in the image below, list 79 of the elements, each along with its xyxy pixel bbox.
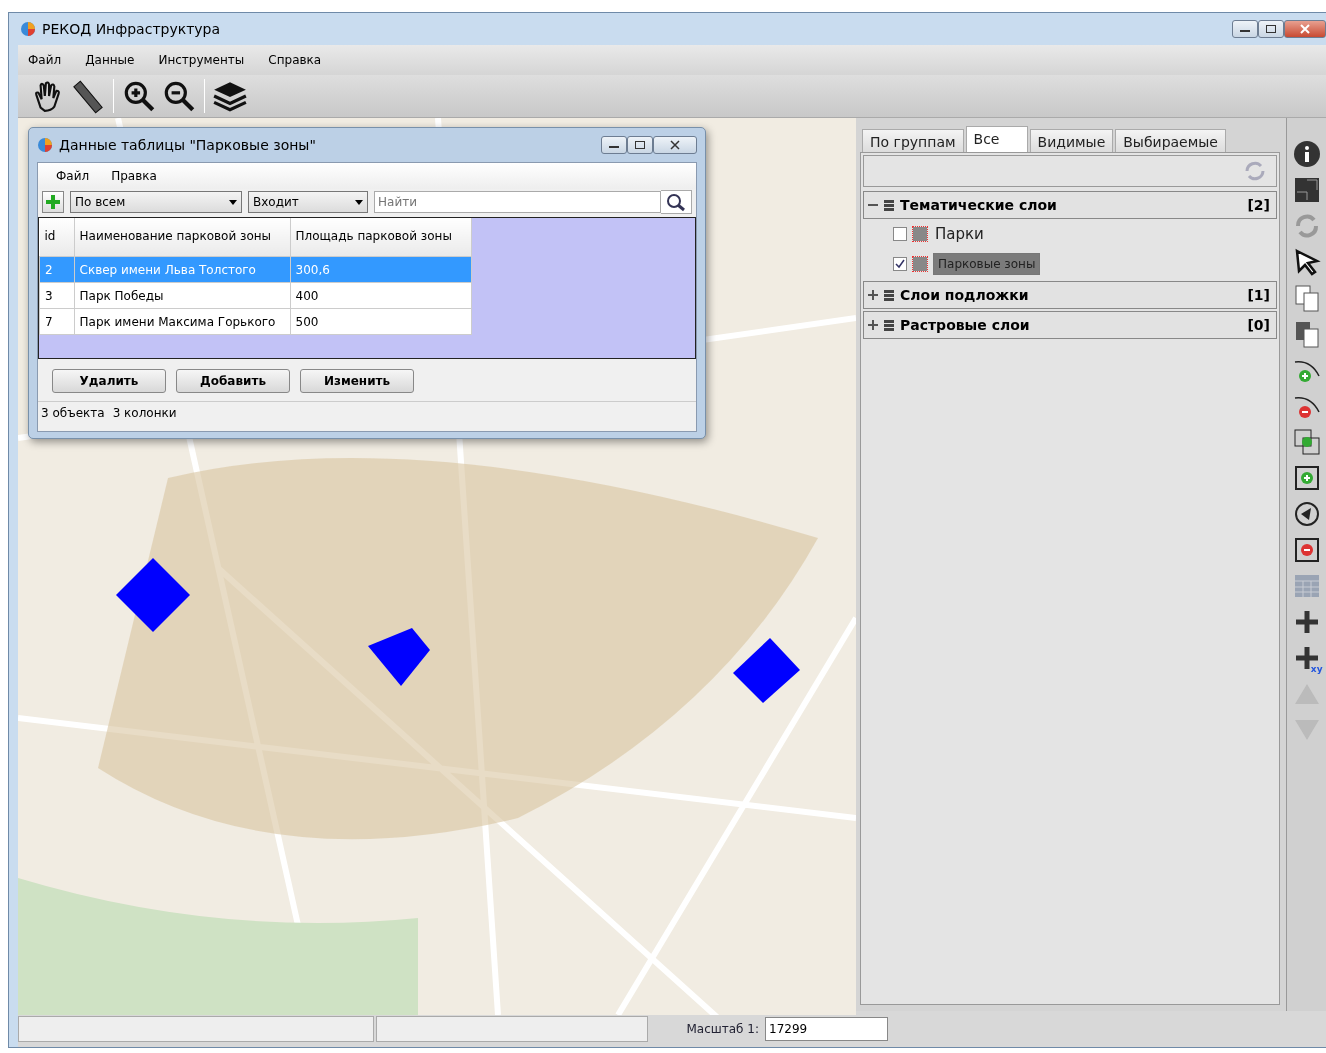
app-logo-icon (20, 21, 36, 37)
layer-name[interactable]: Парки (933, 222, 986, 246)
remove-area-icon[interactable] (1292, 536, 1321, 564)
info-icon[interactable] (1292, 140, 1321, 168)
operator-dropdown[interactable]: Входит (248, 191, 368, 213)
action-button[interactable]: Удалить (52, 369, 166, 393)
group-count: [1] (1247, 287, 1270, 303)
maximize-icon (635, 141, 645, 149)
menu-item[interactable]: Справка (268, 53, 322, 67)
table-row[interactable]: 7 Парк имени Максима Горького 500 (39, 308, 471, 335)
layer-tab[interactable]: По группам (862, 129, 964, 152)
action-button[interactable]: Добавить (176, 369, 290, 393)
minimize-button[interactable] (601, 136, 627, 154)
layer-tab[interactable]: Выбираемые (1115, 129, 1226, 152)
group-label: Растровые слои (900, 317, 1030, 333)
menu-item[interactable]: Данные (85, 53, 135, 67)
layer-checkbox[interactable] (893, 257, 907, 271)
database-icon (882, 319, 896, 331)
column-header[interactable]: id (39, 218, 74, 257)
layer-style-swatch (913, 257, 927, 271)
xy-label: xy (1310, 664, 1323, 674)
table-cell: 7 (39, 308, 74, 335)
database-icon (882, 289, 896, 301)
close-button[interactable] (653, 136, 697, 154)
table-cell: Сквер имени Льва Толстого (74, 256, 290, 283)
close-button[interactable] (1284, 20, 1326, 38)
close-icon (1300, 24, 1310, 34)
caret-icon (229, 199, 237, 205)
table-row[interactable]: 3 Парк Победы 400 (39, 282, 471, 309)
expand-icon[interactable] (868, 320, 878, 330)
layer-group-header[interactable]: Слои подложки [1] (863, 281, 1277, 309)
close-icon (670, 140, 680, 150)
column-header[interactable]: Площадь парковой зоны (290, 218, 471, 257)
add-part-icon[interactable] (1292, 428, 1321, 456)
menu-item[interactable]: Правка (111, 169, 157, 183)
search-field[interactable]: Найти (374, 191, 661, 213)
scale-label: Масштаб 1: (686, 1022, 760, 1036)
status-text: 3 объекта (41, 406, 105, 420)
group-count: [0] (1247, 317, 1270, 333)
maximize-button[interactable] (1258, 20, 1284, 38)
table-cell: 3 (39, 282, 74, 309)
column-header[interactable]: Наименование парковой зоны (74, 218, 290, 257)
layer-tab[interactable]: Видимые (1029, 129, 1114, 152)
add-area-icon[interactable] (1292, 464, 1321, 492)
table-cell: 2 (39, 256, 74, 283)
menu-item[interactable]: Файл (56, 169, 90, 183)
layer-checkbox[interactable] (893, 227, 907, 241)
table-cell: 300,6 (290, 256, 471, 283)
rotate-icon[interactable] (1292, 500, 1321, 528)
menu-item[interactable]: Инструменты (158, 53, 245, 67)
minimize-button[interactable] (1232, 20, 1258, 38)
copy-icon[interactable] (1292, 284, 1321, 312)
layer-style-swatch (913, 227, 927, 241)
field-dropdown[interactable]: По всем (70, 191, 242, 213)
table-cell: 500 (290, 308, 471, 335)
dialog-title: Данные таблицы "Парковые зоны" (59, 137, 316, 153)
scale-field[interactable]: 17299 (765, 1017, 888, 1041)
action-button[interactable]: Изменить (300, 369, 414, 393)
expand-icon[interactable] (868, 290, 878, 300)
maximize-button[interactable] (627, 136, 653, 154)
dialog-logo-icon (37, 137, 53, 153)
add-button[interactable] (42, 191, 64, 213)
group-label: Слои подложки (900, 287, 1029, 303)
group-label: Тематические слои (900, 197, 1057, 213)
window-title: РЕКОД Инфраструктура (42, 21, 221, 37)
layer-group-header[interactable]: Тематические слои [2] (863, 191, 1277, 219)
status-text: 3 колонки (112, 406, 177, 420)
maximize-icon (1266, 25, 1276, 33)
layer-name[interactable]: Парковые зоны (933, 253, 1041, 275)
menu-item[interactable]: Файл (28, 53, 62, 67)
table-cell: Парк Победы (74, 282, 290, 309)
table-cell: 400 (290, 282, 471, 309)
table-cell: Парк имени Максима Горького (74, 308, 290, 335)
plus-icon (45, 194, 61, 210)
caret-icon (355, 199, 363, 205)
group-count: [2] (1247, 197, 1270, 213)
layer-group-header[interactable]: Растровые слои [0] (863, 311, 1277, 339)
database-icon (882, 199, 896, 211)
layer-tab[interactable]: Все (965, 126, 1028, 152)
